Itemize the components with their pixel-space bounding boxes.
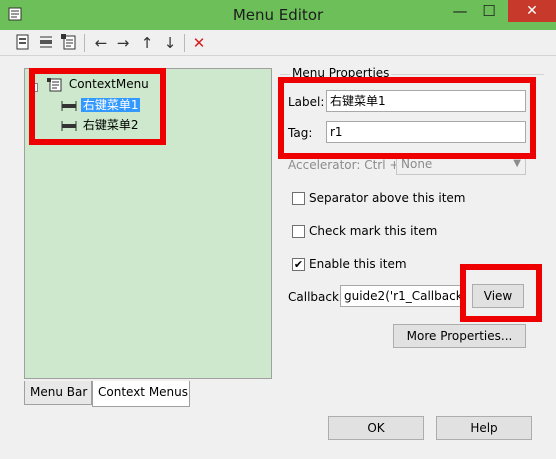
highlight-label-tag — [278, 77, 536, 159]
ok-button[interactable]: OK — [328, 416, 424, 440]
accelerator-value: None — [401, 157, 433, 171]
help-button[interactable]: Help — [436, 416, 532, 440]
delete-icon[interactable]: ✕ — [190, 34, 208, 52]
accelerator-caption: Accelerator: Ctrl + — [288, 158, 400, 172]
new-menu-icon[interactable] — [14, 34, 32, 52]
new-context-menu-icon[interactable] — [60, 34, 78, 52]
toolbar: ← → ↑ ↓ ✕ — [0, 30, 556, 56]
title-bar: Menu Editor — ☐ ✕ — [0, 0, 556, 30]
toolbar-separator — [184, 34, 185, 52]
tab-context-menus[interactable]: Context Menus — [92, 381, 190, 407]
checkmark-checkbox[interactable] — [292, 225, 305, 238]
tab-menu-bar[interactable]: Menu Bar — [24, 381, 92, 405]
separator-checkbox-row[interactable]: Separator above this item — [292, 190, 466, 206]
checkmark-checkbox-row[interactable]: Check mark this item — [292, 223, 437, 239]
move-up-icon[interactable]: ↑ — [138, 34, 156, 52]
more-properties-button[interactable]: More Properties... — [393, 324, 526, 348]
highlight-tree-items — [29, 68, 166, 145]
callback-caption: Callback: — [288, 290, 343, 304]
new-menu-item-icon[interactable] — [38, 34, 56, 52]
toolbar-separator — [84, 34, 85, 52]
callback-input[interactable]: guide2('r1_Callback', — [340, 285, 466, 307]
highlight-view-button — [460, 264, 542, 322]
separator-label: Separator above this item — [309, 191, 466, 205]
enable-label: Enable this item — [309, 257, 407, 271]
maximize-button[interactable]: ☐ — [472, 0, 506, 22]
enable-checkbox[interactable]: ✔ — [292, 258, 305, 271]
move-left-icon[interactable]: ← — [92, 34, 110, 52]
separator-checkbox[interactable] — [292, 192, 305, 205]
move-right-icon[interactable]: → — [114, 34, 132, 52]
move-down-icon[interactable]: ↓ — [161, 34, 179, 52]
checkmark-label: Check mark this item — [309, 224, 438, 238]
close-button[interactable]: ✕ — [508, 0, 556, 22]
enable-checkbox-row[interactable]: ✔ Enable this item — [292, 256, 407, 272]
